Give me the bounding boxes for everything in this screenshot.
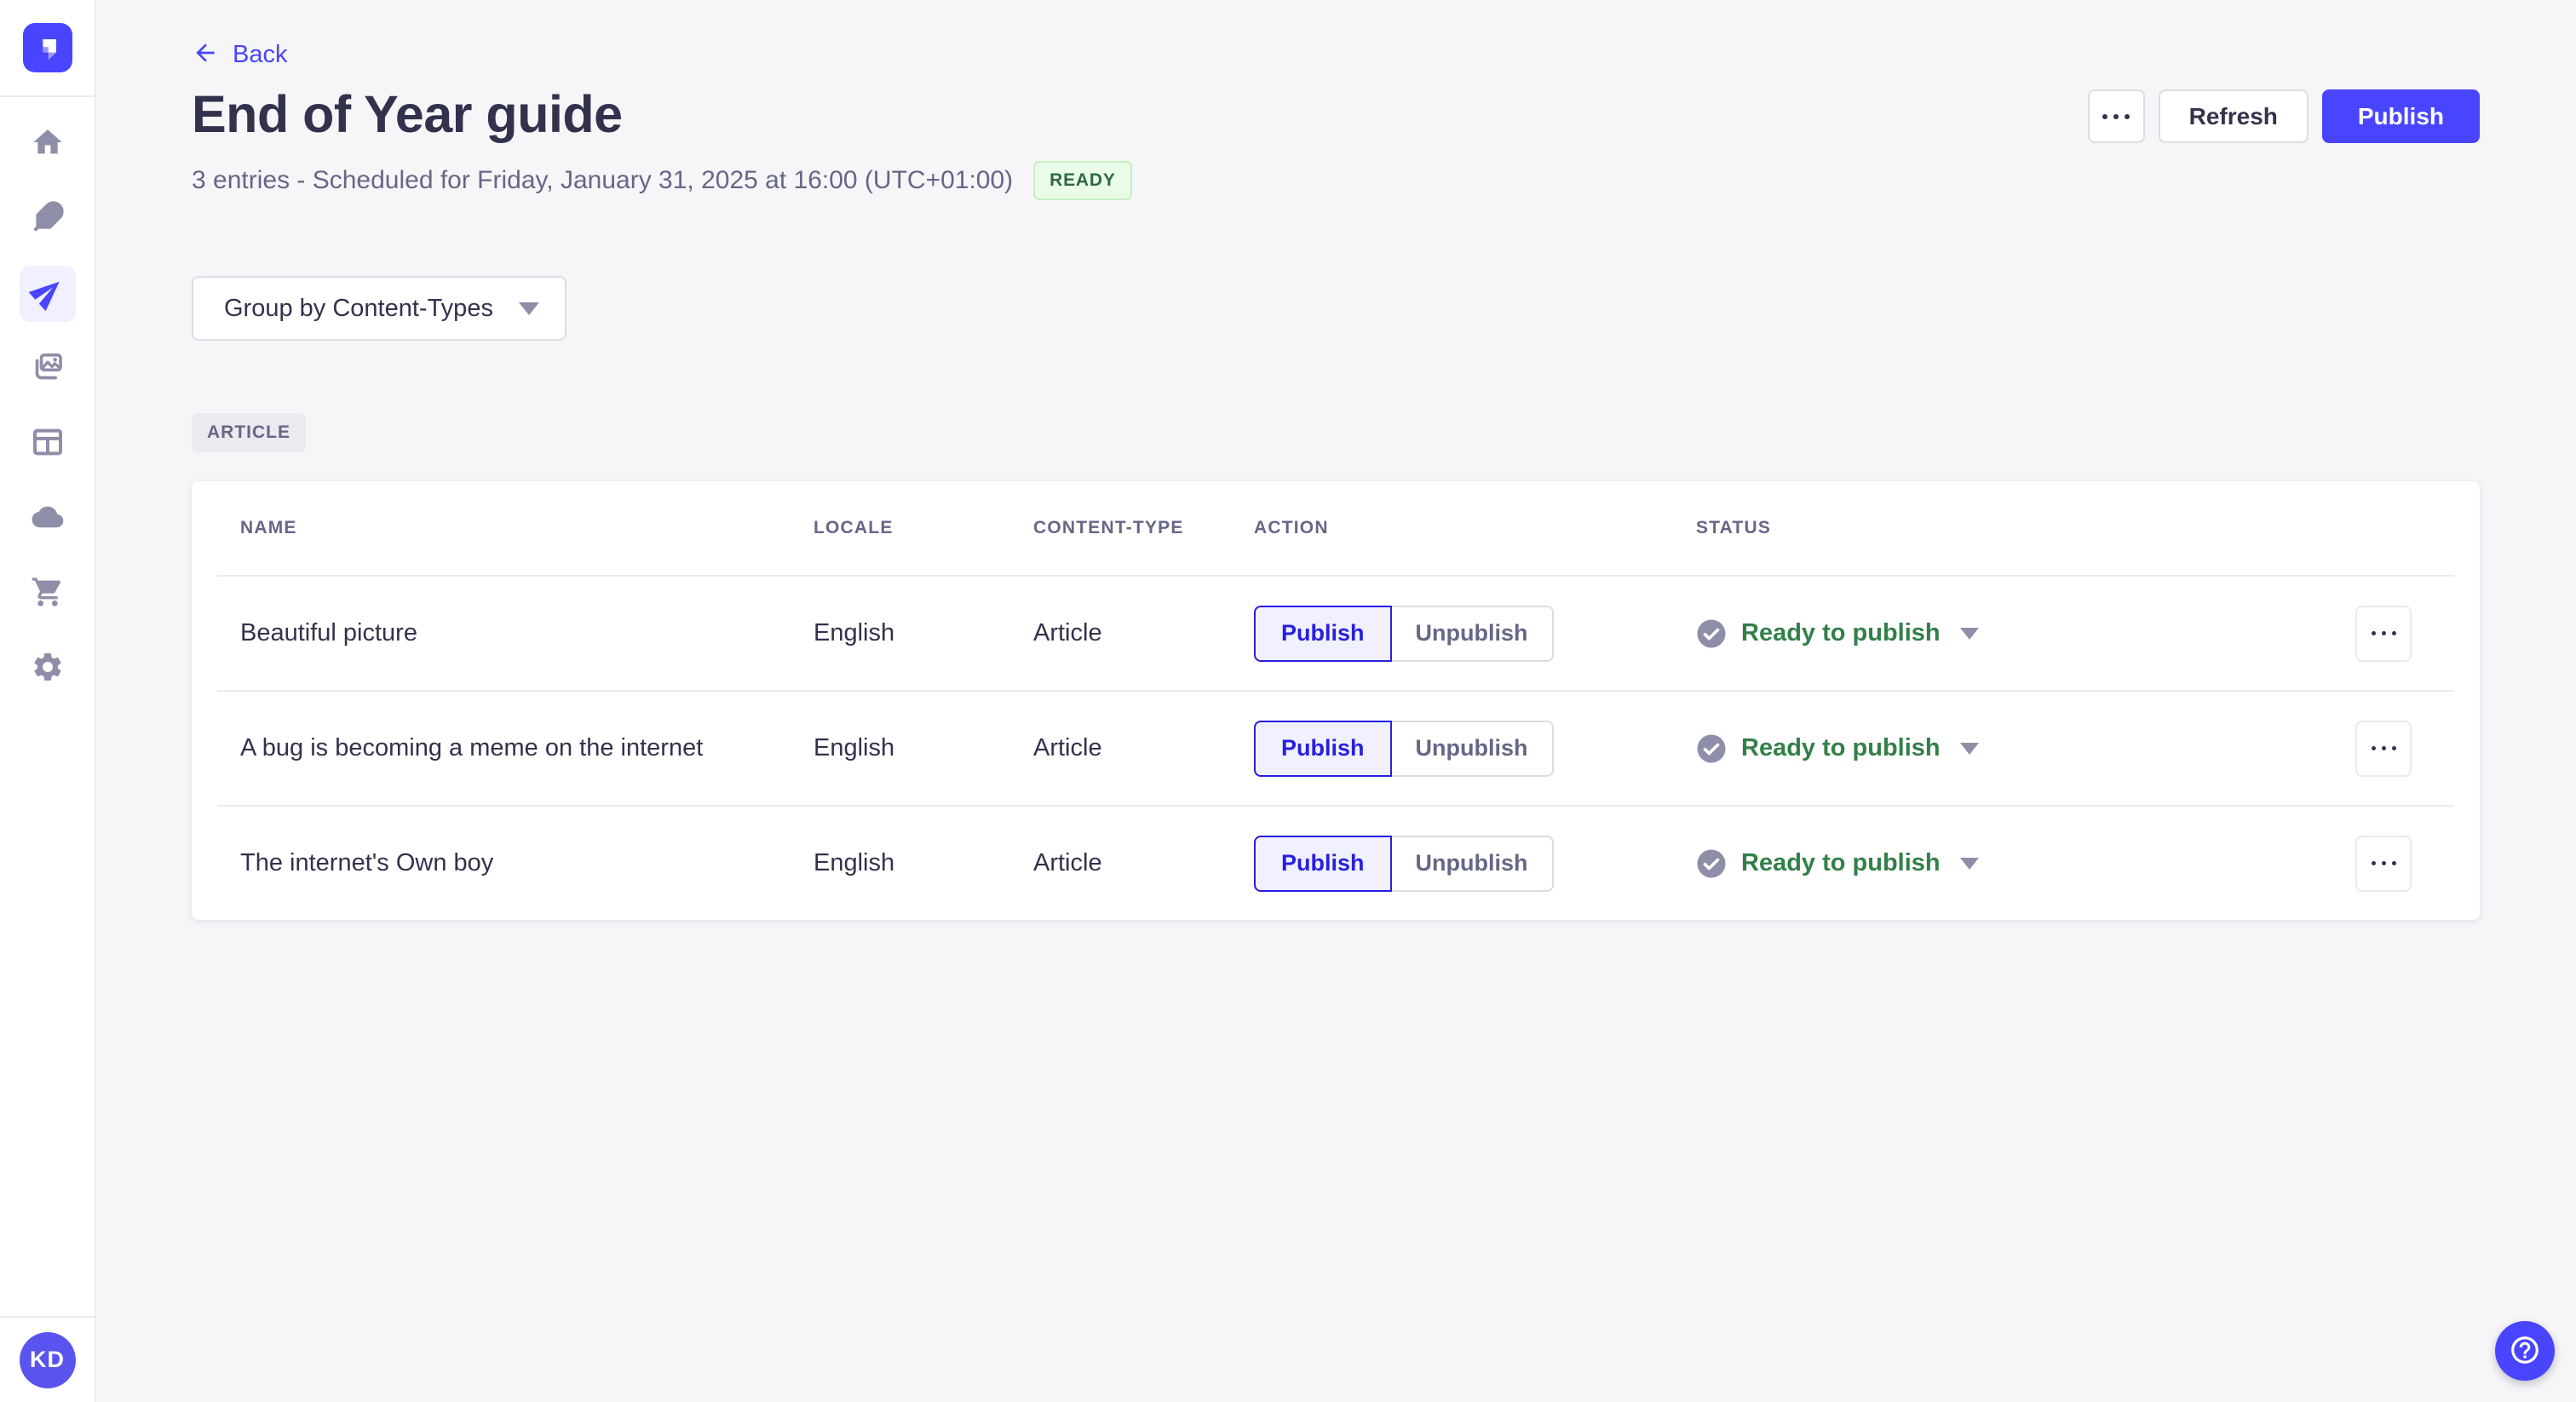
sidebar-item-content-manager[interactable]: [20, 191, 76, 247]
table-header-row: NAME LOCALE CONTENT-TYPE ACTION STATUS: [192, 481, 2480, 575]
page-header: End of Year guide 3 entries - Scheduled …: [192, 84, 2480, 200]
action-toggle: Publish Unpublish: [1254, 835, 1696, 892]
status-label: Ready to publish: [1741, 619, 1941, 646]
sidebar-nav: [19, 116, 76, 697]
row-unpublish-button[interactable]: Unpublish: [1391, 720, 1554, 777]
sidebar-item-releases[interactable]: [19, 266, 76, 322]
row-unpublish-button[interactable]: Unpublish: [1391, 605, 1554, 662]
sidebar-item-deploy-cloud[interactable]: [20, 491, 76, 547]
entry-name: The internet's Own boy: [240, 849, 494, 876]
more-icon: [2371, 746, 2396, 750]
sidebar: KD: [0, 0, 96, 1402]
check-circle-icon: [1697, 734, 1726, 762]
main-content: Back End of Year guide 3 entries - Sched…: [96, 0, 2576, 920]
feather-pen-icon: [31, 200, 65, 238]
more-icon: [2102, 113, 2130, 119]
check-circle-icon: [1697, 619, 1726, 647]
sidebar-item-content-type-builder[interactable]: [20, 416, 76, 472]
group-by-label: Group by Content-Types: [224, 294, 493, 322]
action-toggle: Publish Unpublish: [1254, 720, 1696, 777]
sidebar-item-settings[interactable]: [20, 641, 76, 697]
table-row: The internet's Own boy English Article P…: [192, 807, 2480, 920]
column-header-locale: LOCALE: [814, 518, 894, 537]
help-button[interactable]: [2495, 1321, 2555, 1381]
content-type-group-badge: ARTICLE: [192, 413, 306, 452]
page-subtitle: 3 entries - Scheduled for Friday, Januar…: [192, 166, 1014, 194]
table-row: Beautiful picture English Article Publis…: [192, 577, 2480, 690]
column-header-name: NAME: [240, 518, 297, 537]
check-circle-icon: [1697, 849, 1726, 877]
more-icon: [2371, 631, 2396, 635]
help-question-icon: [2509, 1334, 2541, 1369]
entry-content-type: Article: [1033, 734, 1102, 761]
layout-panels-icon: [31, 425, 65, 463]
entry-content-type: Article: [1033, 849, 1102, 876]
more-icon: [2371, 861, 2396, 865]
entries-table-card: NAME LOCALE CONTENT-TYPE ACTION STATUS B…: [192, 481, 2480, 920]
sidebar-item-marketplace[interactable]: [20, 566, 76, 622]
entry-locale: English: [814, 849, 895, 876]
chevron-down-icon: [1959, 742, 1979, 755]
arrow-left-icon: [192, 39, 219, 71]
page-header-left: End of Year guide 3 entries - Scheduled …: [192, 84, 1132, 200]
row-publish-button[interactable]: Publish: [1254, 720, 1392, 777]
settings-gear-icon: [31, 650, 65, 688]
sidebar-item-media-library[interactable]: [20, 341, 76, 397]
entry-status[interactable]: Ready to publish: [1696, 733, 2294, 764]
entry-name: Beautiful picture: [240, 619, 417, 646]
status-label: Ready to publish: [1741, 734, 1941, 761]
paper-plane-icon: [28, 275, 65, 313]
row-more-button[interactable]: [2355, 835, 2412, 892]
column-header-action: ACTION: [1254, 518, 1329, 537]
chevron-down-icon: [519, 302, 539, 315]
page-header-actions: Refresh Publish: [2087, 89, 2480, 143]
page-subtitle-row: 3 entries - Scheduled for Friday, Januar…: [192, 161, 1132, 200]
user-avatar[interactable]: KD: [19, 1331, 76, 1388]
row-more-button[interactable]: [2355, 720, 2412, 777]
status-badge: READY: [1033, 161, 1132, 200]
back-label: Back: [233, 41, 288, 68]
status-label: Ready to publish: [1741, 849, 1941, 876]
home-icon: [31, 125, 65, 164]
shopping-cart-icon: [31, 575, 65, 613]
entry-status[interactable]: Ready to publish: [1696, 848, 2294, 879]
chevron-down-icon: [1959, 857, 1979, 870]
entry-locale: English: [814, 734, 895, 761]
refresh-button[interactable]: Refresh: [2158, 89, 2309, 143]
column-header-content-type: CONTENT-TYPE: [1033, 518, 1184, 537]
column-header-status: STATUS: [1696, 518, 1772, 537]
media-images-icon: [31, 350, 65, 388]
row-unpublish-button[interactable]: Unpublish: [1391, 835, 1554, 892]
cloud-icon: [31, 500, 65, 538]
back-link[interactable]: Back: [192, 39, 287, 71]
app-logo-container: [0, 0, 95, 97]
action-toggle: Publish Unpublish: [1254, 605, 1696, 662]
row-more-button[interactable]: [2355, 605, 2412, 662]
row-publish-button[interactable]: Publish: [1254, 835, 1392, 892]
chevron-down-icon: [1959, 627, 1979, 640]
strapi-logo-icon[interactable]: [22, 23, 72, 72]
entry-content-type: Article: [1033, 619, 1102, 646]
sidebar-item-home[interactable]: [20, 116, 76, 172]
page-title: End of Year guide: [192, 85, 623, 143]
entry-locale: English: [814, 619, 895, 646]
more-options-button[interactable]: [2087, 89, 2145, 143]
group-by-select[interactable]: Group by Content-Types: [192, 276, 566, 341]
sidebar-footer: KD: [0, 1316, 95, 1402]
publish-release-button[interactable]: Publish: [2321, 89, 2480, 143]
entry-status[interactable]: Ready to publish: [1696, 618, 2294, 649]
table-row: A bug is becoming a meme on the internet…: [192, 692, 2480, 805]
row-publish-button[interactable]: Publish: [1254, 605, 1392, 662]
group-badge-row: ARTICLE: [192, 413, 2480, 452]
entry-name: A bug is becoming a meme on the internet: [240, 734, 704, 761]
